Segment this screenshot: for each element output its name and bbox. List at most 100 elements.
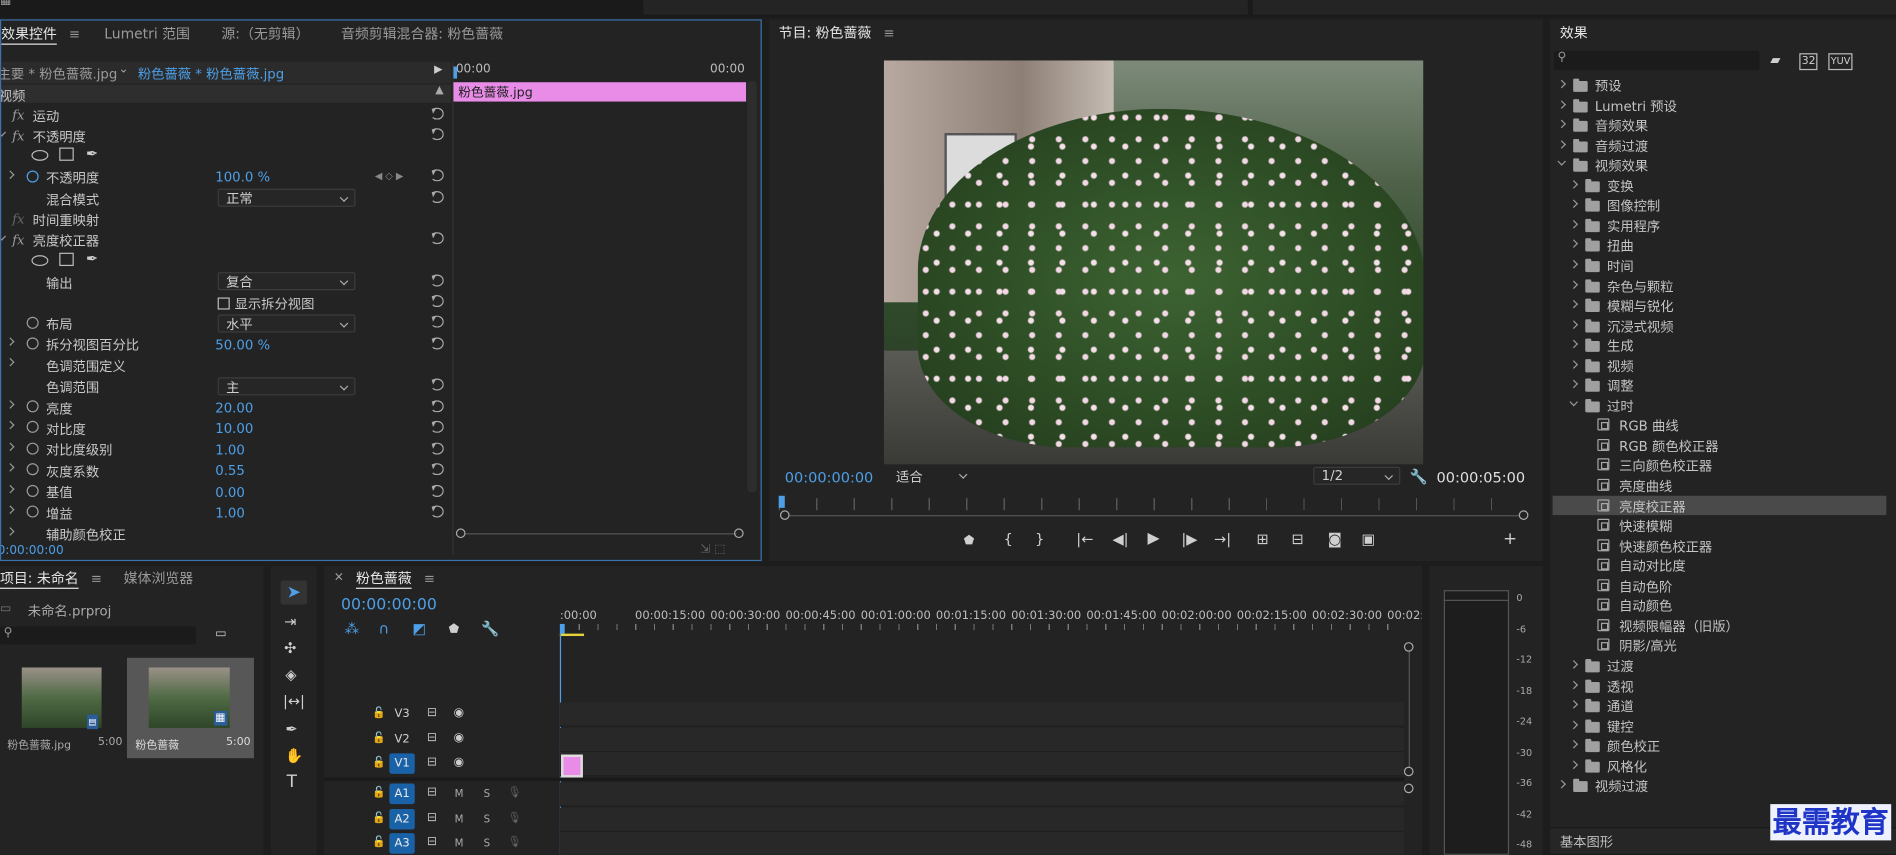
reset-icon[interactable] xyxy=(430,484,444,497)
stopwatch-icon[interactable] xyxy=(26,442,39,455)
ripple-edit-tool-icon[interactable]: ✣ xyxy=(284,641,296,656)
layout-dropdown[interactable]: 水平 xyxy=(217,314,356,333)
effects-tree-item[interactable]: 快速模糊 xyxy=(1553,515,1887,535)
video-track-row[interactable] xyxy=(559,752,1404,777)
effects-search-input[interactable]: ⚲ xyxy=(1553,50,1760,71)
stopwatch-icon[interactable] xyxy=(26,505,39,518)
compare-icon[interactable]: ▣ xyxy=(1362,532,1376,547)
add-marker-icon[interactable]: ⬟ xyxy=(449,623,460,638)
effects-tree-item[interactable]: 快速颜色校正器 xyxy=(1553,535,1887,555)
opacity-value[interactable]: 100.0 % xyxy=(215,167,270,188)
effects-tree-item[interactable]: 时间 xyxy=(1553,255,1887,274)
luma-corrector-label[interactable]: 亮度校正器 xyxy=(33,230,100,251)
reset-icon[interactable] xyxy=(430,463,444,476)
gamma-value[interactable]: 0.55 xyxy=(215,461,245,482)
mark-in-icon[interactable]: { xyxy=(1004,532,1013,547)
chevron-right-icon[interactable] xyxy=(1569,339,1579,349)
video-track-label[interactable]: V1 xyxy=(389,753,415,775)
reset-icon[interactable] xyxy=(430,337,444,350)
chevron-right-icon[interactable] xyxy=(1569,720,1579,729)
program-current-timecode[interactable]: 00:00:00:00 xyxy=(785,469,874,486)
effects-tree-item[interactable]: 音频效果 xyxy=(1553,115,1887,134)
chevron-right-icon[interactable] xyxy=(1569,359,1579,369)
expand-icon[interactable] xyxy=(6,527,15,536)
chevron-right-icon[interactable] xyxy=(1569,740,1579,749)
effects-tree-item[interactable]: RGB 曲线 xyxy=(1553,415,1887,435)
tab-project[interactable]: 项目: 未命名 xyxy=(0,568,86,587)
slip-tool-icon[interactable]: |↔| xyxy=(283,694,305,709)
panel-menu-icon[interactable]: ≡ xyxy=(883,25,894,41)
solo-button[interactable]: S xyxy=(484,812,491,827)
effects-tree-item[interactable]: 视频效果 xyxy=(1553,155,1887,174)
ellipse-mask-icon[interactable] xyxy=(31,255,49,267)
expand-icon[interactable] xyxy=(6,484,15,494)
timeline-timecode[interactable]: 00:00:00:00 xyxy=(341,596,437,614)
track-select-tool-icon[interactable]: ⇥ xyxy=(284,614,296,629)
blend-mode-dropdown[interactable]: 正常 xyxy=(217,188,356,207)
reset-icon[interactable] xyxy=(430,295,444,308)
video-track-label[interactable]: V3 xyxy=(389,704,414,725)
effects-tree-item[interactable]: 视频 xyxy=(1553,355,1887,374)
expand-icon[interactable] xyxy=(1,232,7,241)
output-dropdown[interactable]: 复合 xyxy=(217,272,356,291)
keyframe-nav-icon[interactable]: ◀ ◇ ▶ xyxy=(375,169,403,184)
lock-icon[interactable]: 🔓 xyxy=(372,811,386,826)
tab-media-browser[interactable]: 媒体浏览器 xyxy=(116,568,200,587)
tab-effect-controls[interactable]: 效果控件 xyxy=(1,24,64,43)
av-divider[interactable] xyxy=(324,777,1404,782)
program-zoom-right-handle[interactable] xyxy=(1518,510,1529,520)
chevron-down-icon[interactable] xyxy=(1557,157,1566,166)
type-tool-icon[interactable]: T xyxy=(287,774,297,791)
effects-tree-item[interactable]: 亮度校正器 xyxy=(1552,495,1887,515)
program-playhead[interactable] xyxy=(778,495,785,508)
solo-button[interactable]: S xyxy=(484,787,491,802)
lock-icon[interactable]: 🔓 xyxy=(372,836,386,851)
collapse-up-icon[interactable]: ▲ xyxy=(435,85,443,97)
reset-icon[interactable] xyxy=(430,232,444,245)
split-pct-value[interactable]: 50.00 % xyxy=(215,335,270,356)
effects-tree-item[interactable]: 模糊与锐化 xyxy=(1553,295,1887,314)
add-button-icon[interactable]: + xyxy=(1503,531,1517,548)
mini-scroll-track[interactable] xyxy=(465,533,737,535)
motion-label[interactable]: 运动 xyxy=(33,105,60,126)
audio-track-row[interactable] xyxy=(559,807,1404,832)
ellipse-mask-icon[interactable] xyxy=(31,149,49,161)
project-search-input[interactable]: ⚲ xyxy=(0,626,196,645)
chevron-right-icon[interactable] xyxy=(1569,279,1579,289)
timeline-vscroll-bottom-handle[interactable] xyxy=(1403,766,1414,777)
reset-icon[interactable] xyxy=(430,378,444,391)
timeline-sequence-tab[interactable]: 粉色蔷薇 xyxy=(349,568,419,587)
effects-tree-item[interactable]: 杂色与颗粒 xyxy=(1553,275,1887,294)
pedestal-value[interactable]: 0.00 xyxy=(215,482,245,503)
tonal-range-dropdown[interactable]: 主 xyxy=(217,377,356,396)
project-item-sequence[interactable]: ▦ 粉色蔷薇 5:00 xyxy=(126,657,254,759)
close-icon[interactable]: × xyxy=(334,571,344,586)
effects-tree-item[interactable]: 过渡 xyxy=(1553,655,1887,675)
export-icon[interactable]: ⇲ ⬚ xyxy=(700,543,725,558)
eye-icon[interactable]: ◉ xyxy=(453,731,464,746)
reset-icon[interactable] xyxy=(430,274,444,287)
go-to-in-icon[interactable]: |← xyxy=(1076,532,1093,547)
effects-tree-item[interactable]: 阴影/高光 xyxy=(1553,635,1887,655)
pen-mask-icon[interactable]: ✒ xyxy=(86,146,98,161)
chevron-down-icon[interactable] xyxy=(1569,397,1579,407)
accelerated-effects-icon[interactable]: ▰ xyxy=(1770,53,1780,68)
extract-icon[interactable]: ⊟ xyxy=(1291,532,1303,547)
nest-icon[interactable]: ⁂ xyxy=(345,622,360,637)
rect-mask-icon[interactable] xyxy=(59,147,74,161)
fx-icon[interactable]: fx xyxy=(12,128,24,144)
timeline-vscroll-top-handle[interactable] xyxy=(1403,642,1414,652)
sync-lock-icon[interactable]: ⊟ xyxy=(427,706,437,721)
play-icon[interactable]: ▶ xyxy=(1148,531,1160,547)
effects-tree-item[interactable]: RGB 颜色校正器 xyxy=(1553,435,1887,455)
reset-icon[interactable] xyxy=(430,315,444,328)
clip-label[interactable]: 粉色蔷薇 * 粉色蔷薇.jpg xyxy=(138,64,284,83)
grid-icon[interactable]: ▦ xyxy=(0,0,11,7)
wrench-icon[interactable]: 🔧 xyxy=(1410,469,1428,484)
chevron-right-icon[interactable] xyxy=(1557,119,1566,129)
zoom-dropdown[interactable]: 适合 xyxy=(889,467,974,485)
panel-menu-icon[interactable]: ≡ xyxy=(424,570,435,586)
stopwatch-icon[interactable] xyxy=(26,316,39,329)
rect-mask-icon[interactable] xyxy=(59,252,74,267)
effects-tree-item[interactable]: 实用程序 xyxy=(1553,215,1887,234)
